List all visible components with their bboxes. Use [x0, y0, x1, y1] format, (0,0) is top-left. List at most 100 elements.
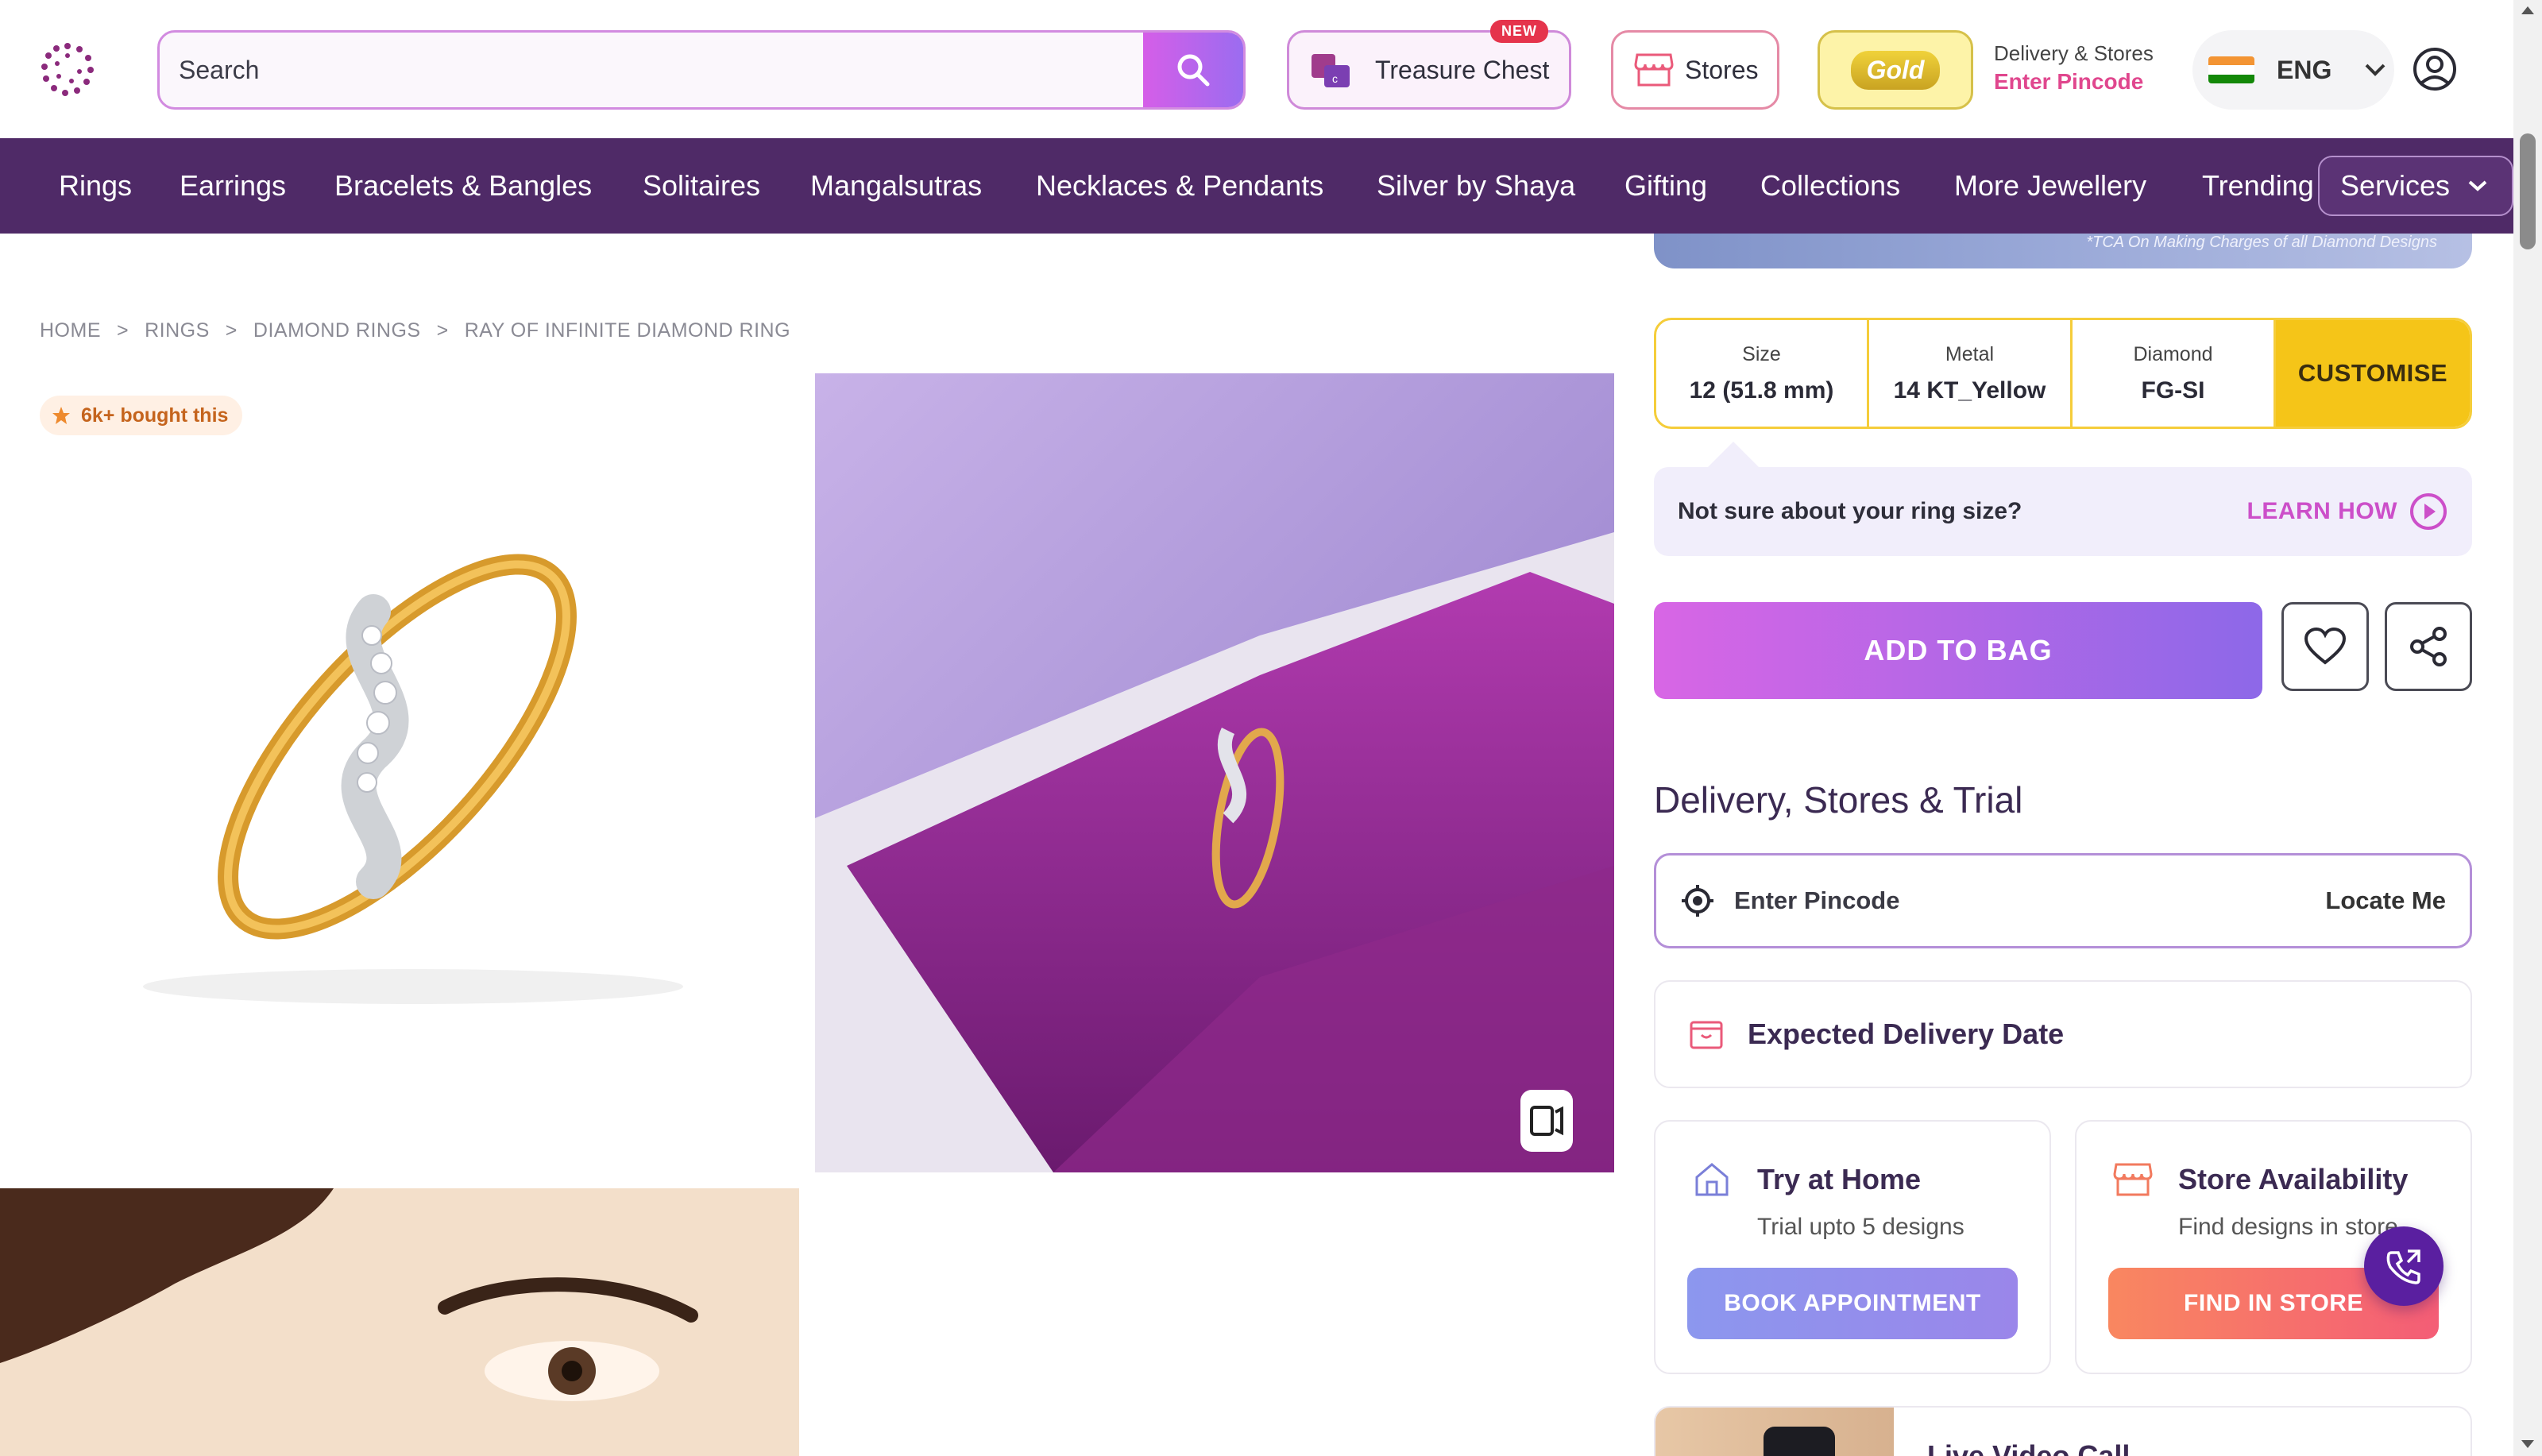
language-selector[interactable]: ENG [2192, 30, 2394, 110]
ring-size-help: Not sure about your ring size? LEARN HOW [1654, 467, 2472, 556]
enter-pincode-link[interactable]: Enter Pincode [1994, 69, 2169, 95]
delivery-stores-pincode[interactable]: Delivery & Stores Enter Pincode [1994, 41, 2169, 95]
chevron-down-icon [2365, 64, 2386, 76]
nav-item-more-jewellery[interactable]: More Jewellery [1954, 138, 2146, 234]
expected-delivery-card[interactable]: Expected Delivery Date [1654, 980, 2472, 1088]
wishlist-button[interactable] [2281, 602, 2369, 691]
nav-item-trending[interactable]: Trending [2202, 138, 2314, 234]
breadcrumb-home[interactable]: HOME [40, 319, 101, 342]
nav-item-gifting[interactable]: Gifting [1624, 138, 1707, 234]
product-image-model[interactable] [0, 1188, 799, 1456]
nav-item-mangalsutras[interactable]: Mangalsutras [810, 138, 982, 234]
store-icon [2113, 1163, 2153, 1196]
gift-box-illustration [815, 373, 1614, 1172]
store-icon [1634, 53, 1674, 87]
store-availability-title: Store Availability [2178, 1163, 2409, 1195]
locate-target-icon [1682, 885, 1713, 917]
spec-diamond[interactable]: Diamond FG-SI [2073, 320, 2276, 427]
top-header: NEW c Treasure Chest Stores Gold Deliver… [0, 0, 2513, 138]
book-appointment-button[interactable]: BOOK APPOINTMENT [1687, 1268, 2018, 1339]
add-to-bag-button[interactable]: ADD TO BAG [1654, 602, 2262, 699]
logo-icon[interactable] [40, 41, 95, 97]
scroll-up-arrow[interactable] [2521, 6, 2534, 14]
call-support-button[interactable] [2364, 1226, 2443, 1306]
stores-label: Stores [1685, 55, 1759, 84]
share-icon [2410, 627, 2447, 666]
product-image-gift-box[interactable] [815, 373, 1614, 1172]
scroll-thumb[interactable] [2520, 133, 2536, 249]
spec-diamond-value: FG-SI [2141, 377, 2205, 404]
play-circle-icon [2410, 493, 2447, 530]
breadcrumb-diamond-rings[interactable]: DIAMOND RINGS [253, 319, 421, 342]
treasure-chest-button[interactable]: NEW c Treasure Chest [1287, 20, 1571, 110]
heart-icon [2304, 628, 2346, 665]
account-icon[interactable] [2412, 46, 2458, 92]
pincode-field: Locate Me [1654, 853, 2472, 948]
breadcrumb-rings[interactable]: RINGS [145, 319, 210, 342]
nav-item-collections[interactable]: Collections [1760, 138, 1900, 234]
learn-how-label: LEARN HOW [2246, 498, 2397, 524]
india-flag-icon [2208, 56, 2254, 83]
gold-button[interactable]: Gold [1818, 30, 1973, 110]
try-at-home-card: Try at Home Trial upto 5 designs BOOK AP… [1654, 1120, 2051, 1374]
expected-delivery-title: Expected Delivery Date [1748, 1018, 2065, 1050]
treasure-chest-icon: c [1312, 54, 1350, 87]
nav-item-solitaires[interactable]: Solitaires [643, 138, 760, 234]
search-icon [1177, 54, 1210, 87]
size-help-pointer [1706, 442, 1760, 469]
try-at-home-subtitle: Trial upto 5 designs [1757, 1214, 1964, 1240]
search-bar [157, 30, 1246, 110]
services-label: Services [2340, 169, 2451, 202]
home-icon [1695, 1163, 1729, 1196]
delivery-box-icon [1690, 1021, 1723, 1049]
spec-diamond-label: Diamond [2133, 342, 2213, 365]
star-icon [52, 407, 70, 424]
live-video-call-title: Live Video Call [1927, 1439, 2131, 1456]
live-video-call-card[interactable]: Live Video Call [1654, 1406, 2472, 1456]
pincode-input[interactable] [1734, 886, 2326, 915]
scroll-down-arrow[interactable] [2521, 1440, 2534, 1448]
search-button[interactable] [1143, 33, 1243, 107]
nav-item-rings[interactable]: Rings [59, 138, 132, 234]
page-scrollbar[interactable] [2513, 0, 2542, 1456]
size-help-text: Not sure about your ring size? [1678, 498, 2022, 524]
services-dropdown[interactable]: Services [2318, 156, 2513, 216]
nav-item-bracelets-bangles[interactable]: Bracelets & Bangles [334, 138, 592, 234]
spec-metal-value: 14 KT_Yellow [1893, 377, 2046, 404]
nav-item-necklaces-pendants[interactable]: Necklaces & Pendants [1036, 138, 1323, 234]
offer-banner[interactable]: *TCA On Making Charges of all Diamond De… [1654, 234, 2472, 268]
phone-illustration [1764, 1427, 1835, 1456]
live-video-thumbnail [1655, 1408, 1894, 1456]
bought-count-badge: 6k+ bought this [40, 396, 243, 435]
treasure-chest-label: Treasure Chest [1375, 55, 1550, 84]
share-button[interactable] [2385, 602, 2472, 691]
breadcrumb: HOME > RINGS > DIAMOND RINGS > RAY OF INFINITE… [40, 319, 790, 342]
nav-item-silver-by-shaya[interactable]: Silver by Shaya [1377, 138, 1575, 234]
search-input[interactable] [179, 33, 1092, 107]
delivery-section-title: Delivery, Stores & Trial [1654, 779, 2023, 821]
breadcrumb-current-product: RAY OF INFINITE DIAMOND RING [464, 319, 791, 342]
gold-label: Gold [1850, 50, 1941, 90]
phone-call-icon [2386, 1249, 2420, 1284]
locate-me-button[interactable]: Locate Me [2325, 886, 2446, 915]
video-play-icon[interactable] [1520, 1090, 1573, 1152]
product-spec-bar: Size 12 (51.8 mm) Metal 14 KT_Yellow Dia… [1654, 318, 2472, 429]
new-badge: NEW [1490, 20, 1548, 43]
breadcrumb-separator: > [117, 319, 129, 342]
spec-size-value: 12 (51.8 mm) [1689, 377, 1834, 404]
ring-illustration [143, 554, 683, 1004]
bought-count-text: 6k+ bought this [81, 404, 229, 427]
delivery-label: Delivery & Stores [1994, 41, 2154, 65]
svg-text:c: c [1332, 72, 1338, 85]
stores-button[interactable]: Stores [1611, 30, 1779, 110]
spec-size[interactable]: Size 12 (51.8 mm) [1656, 320, 1869, 427]
store-availability-subtitle: Find designs in store [2178, 1214, 2398, 1240]
chevron-down-icon [2468, 180, 2487, 191]
spec-metal[interactable]: Metal 14 KT_Yellow [1869, 320, 2073, 427]
breadcrumb-separator: > [436, 319, 449, 342]
product-image-ring[interactable] [0, 373, 799, 1172]
nav-item-earrings[interactable]: Earrings [180, 138, 286, 234]
customise-button[interactable]: CUSTOMISE [2276, 320, 2470, 427]
category-nav: Rings Earrings Bracelets & Bangles Solit… [0, 138, 2513, 234]
learn-how-link[interactable]: LEARN HOW [2247, 492, 2448, 531]
